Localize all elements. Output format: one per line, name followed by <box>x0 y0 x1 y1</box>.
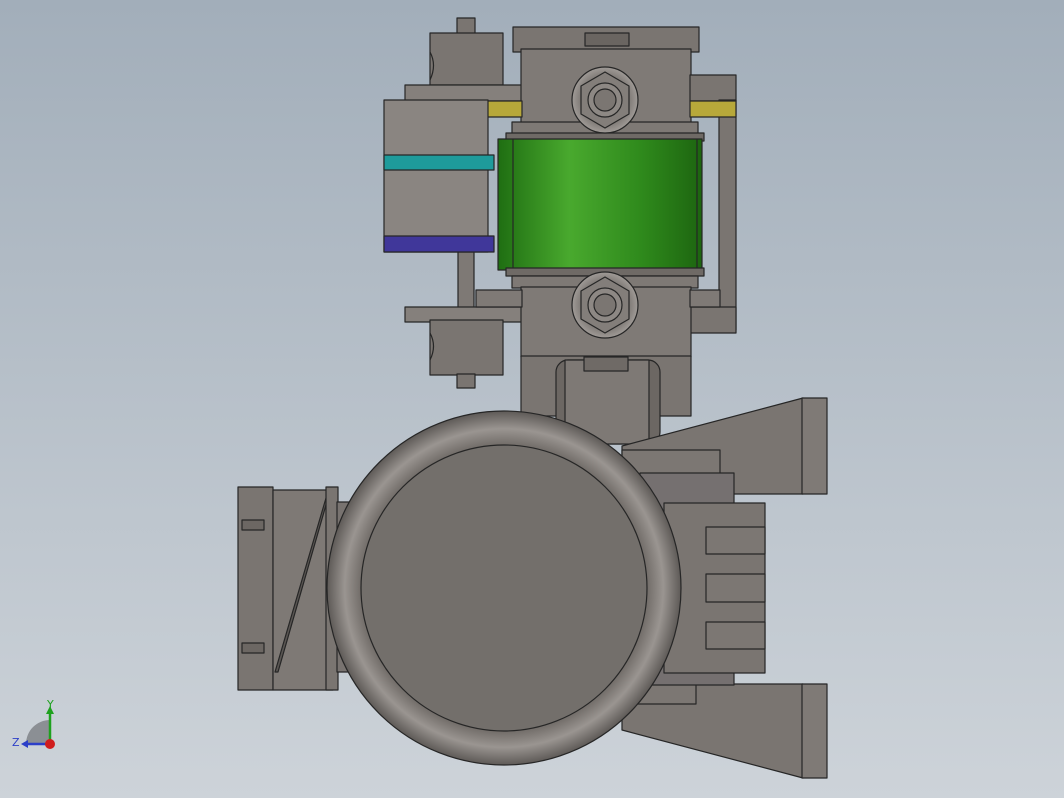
right-fin-1 <box>705 526 766 555</box>
lower-block-arm-left <box>475 289 523 308</box>
upper-arm <box>404 84 524 102</box>
assembly-drawing <box>0 0 1064 798</box>
right-fin-2 <box>705 573 766 603</box>
side-body <box>383 99 489 253</box>
right-bracket-bottom <box>689 306 737 334</box>
triad-z-label: Z <box>12 736 20 749</box>
triad-y-label: Y <box>47 698 54 711</box>
left-port-flange-tab-bottom <box>241 642 265 654</box>
lower-nut-icon <box>571 271 639 339</box>
lower-left-bracket <box>429 319 504 376</box>
main-round-cap-face <box>360 444 648 732</box>
left-port-flange-tab-top <box>241 519 265 531</box>
left-rod-bottom <box>456 373 476 389</box>
upper-left-bracket <box>429 32 504 86</box>
stem-tab <box>583 356 629 372</box>
right-bracket-post <box>718 99 737 331</box>
upper-nut-icon <box>571 66 639 134</box>
left-port-flange <box>237 486 274 691</box>
right-fin-3 <box>705 621 766 650</box>
right-bracket-top <box>689 74 737 102</box>
lower-block-arm-right <box>689 289 721 308</box>
yellow-band-right <box>689 100 737 118</box>
green-coil <box>497 138 703 271</box>
lower-right-flange-face <box>801 683 828 779</box>
purple-band <box>383 235 495 253</box>
upper-right-flange-face <box>801 397 828 495</box>
cad-viewport[interactable]: Y Z <box>0 0 1064 798</box>
top-cap-slot <box>584 32 630 47</box>
triad-x-origin <box>45 739 55 749</box>
teal-band <box>383 154 495 171</box>
